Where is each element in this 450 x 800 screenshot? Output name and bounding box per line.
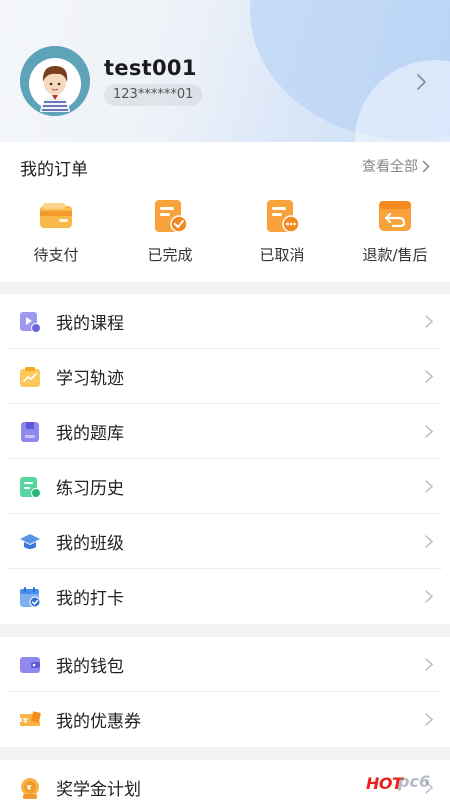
question-bank-icon [21, 422, 39, 442]
menu-label: 学习轨迹 [56, 369, 124, 389]
chevron-right-icon [422, 160, 430, 172]
menu-label: 奖学金计划 [56, 780, 141, 800]
menu-item-my-courses[interactable]: 我的课程 [0, 294, 450, 349]
course-play-icon [20, 312, 41, 333]
document-check-icon [155, 200, 188, 233]
order-label: 待支付 [33, 246, 79, 264]
watermark: pc6 [398, 772, 431, 791]
chevron-right-icon [425, 425, 434, 438]
order-refund[interactable]: 退款/售后 [349, 197, 441, 265]
order-pending-payment[interactable]: 待支付 [10, 197, 102, 265]
menu-label: 练习历史 [56, 479, 124, 499]
menu-item-learning-track[interactable]: 学习轨迹 [0, 349, 450, 404]
menu-item-coupons[interactable]: ¥ 我的优惠券 [0, 692, 450, 747]
menu-group-finance: 我的钱包 ¥ 我的优惠券 [0, 637, 450, 747]
menu-item-question-bank[interactable]: 我的题库 [0, 404, 450, 459]
orders-card: 我的订单 查看全部 待支付 已完成 已取消 退款/售后 [0, 142, 450, 282]
chevron-right-icon[interactable] [413, 72, 429, 92]
chevron-right-icon [425, 480, 434, 493]
order-cancelled[interactable]: 已取消 [236, 197, 328, 265]
orders-title: 我的订单 [20, 160, 88, 180]
order-label: 已取消 [259, 246, 305, 264]
calendar-check-icon [20, 587, 41, 608]
username: test001 [104, 56, 197, 80]
menu-label: 我的钱包 [56, 657, 124, 677]
menu-label: 我的打卡 [56, 589, 124, 609]
menu-group-learning: 我的课程 学习轨迹 我的题库 练习历史 我的班级 我的打卡 [0, 294, 450, 624]
return-arrow-icon [379, 201, 411, 231]
menu-label: 我的班级 [56, 534, 124, 554]
menu-label: 我的课程 [56, 314, 124, 334]
chevron-right-icon [425, 658, 434, 671]
hot-badge: HOT [366, 774, 403, 793]
view-all-label: 查看全部 [362, 159, 418, 175]
phone-badge: 123******01 [104, 84, 203, 106]
view-all-orders-link[interactable]: 查看全部 [362, 156, 430, 176]
avatar[interactable] [20, 46, 90, 116]
wallet-icon [20, 657, 40, 673]
profile-header[interactable]: test001 123******01 [0, 0, 450, 142]
document-more-icon [267, 200, 300, 233]
scholarship-coin-icon: ¥ [21, 778, 39, 799]
wallet-card-icon [40, 203, 72, 228]
order-completed[interactable]: 已完成 [124, 197, 216, 265]
chevron-right-icon [425, 535, 434, 548]
menu-item-my-class[interactable]: 我的班级 [0, 514, 450, 569]
practice-history-icon [20, 477, 41, 498]
menu-label: 我的题库 [56, 424, 124, 444]
menu-item-practice-history[interactable]: 练习历史 [0, 459, 450, 514]
svg-text:¥: ¥ [23, 717, 28, 725]
graduation-cap-icon [20, 534, 40, 549]
chevron-right-icon [425, 315, 434, 328]
chevron-right-icon [425, 713, 434, 726]
order-label: 已完成 [147, 246, 193, 264]
menu-item-wallet[interactable]: 我的钱包 [0, 637, 450, 692]
svg-text:¥: ¥ [27, 784, 32, 792]
menu-label: 我的优惠券 [56, 712, 141, 732]
trend-clipboard-icon [20, 367, 40, 387]
order-label: 退款/售后 [362, 246, 428, 264]
chevron-right-icon [425, 370, 434, 383]
coupon-icon: ¥ [20, 711, 41, 726]
menu-item-check-in[interactable]: 我的打卡 [0, 569, 450, 624]
chevron-right-icon [425, 590, 434, 603]
